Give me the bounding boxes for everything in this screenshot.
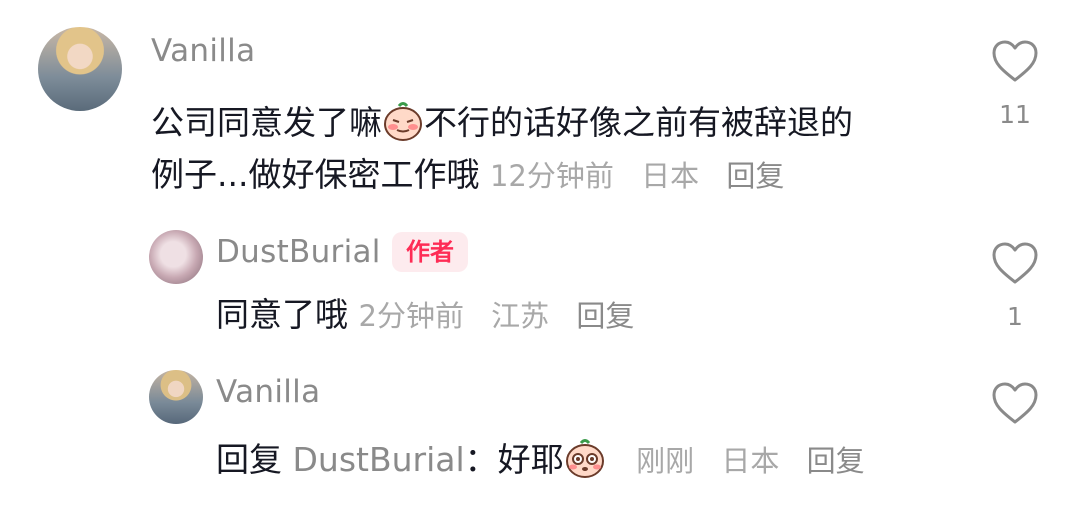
reply-button[interactable]: 回复 bbox=[807, 444, 865, 478]
reply-button[interactable]: 回复 bbox=[726, 159, 784, 193]
comment-time: 2分钟前 bbox=[358, 299, 464, 333]
avatar[interactable] bbox=[149, 370, 203, 424]
comment-text-part: 不行的话好像之前有被辞退的 bbox=[424, 103, 853, 142]
comment-text-part: 公司同意发了嘛 bbox=[151, 103, 382, 142]
avatar[interactable] bbox=[149, 230, 203, 284]
comment-username[interactable]: DustBurial bbox=[216, 237, 381, 268]
comment-time: 12分钟前 bbox=[489, 159, 614, 193]
reply-colon: ： bbox=[464, 440, 498, 479]
heart-outline-icon[interactable] bbox=[990, 38, 1040, 84]
like-area bbox=[985, 380, 1045, 430]
author-badge: 作者 bbox=[392, 232, 468, 272]
comment-location: 日本 bbox=[641, 159, 700, 193]
teary-face-emoji-icon bbox=[565, 439, 604, 478]
reply-target-username[interactable]: DustBurial bbox=[293, 440, 465, 479]
comment-location: 江苏 bbox=[491, 299, 550, 333]
comment-thread: Vanilla 公司同意发了嘛 不行的话好像之前有被辞退的 例子...做好保密工… bbox=[0, 0, 1080, 521]
like-count: 11 bbox=[999, 100, 1031, 129]
comment-location: 日本 bbox=[721, 444, 780, 478]
comment-meta: 刚刚 日本 回复 bbox=[636, 444, 882, 478]
like-area: 1 bbox=[985, 240, 1045, 331]
comment-text-part: 同意了哦 bbox=[216, 295, 348, 334]
comment-text-line2: 例子...做好保密工作哦 12分钟前 日本 回复 bbox=[151, 158, 802, 191]
avatar[interactable] bbox=[38, 27, 122, 111]
comment-username[interactable]: Vanilla bbox=[216, 377, 320, 408]
heart-outline-icon[interactable] bbox=[990, 240, 1040, 286]
comment-username[interactable]: Vanilla bbox=[151, 36, 255, 67]
comment-text: 回复 DustBurial：好耶 刚刚 日本 回复 bbox=[216, 437, 883, 479]
reply-button[interactable]: 回复 bbox=[576, 299, 634, 333]
comment-text-part: 例子...做好保密工作哦 bbox=[151, 155, 480, 194]
heart-outline-icon[interactable] bbox=[990, 380, 1040, 426]
reply-prefix: 回复 bbox=[216, 440, 282, 479]
comment-time: 刚刚 bbox=[636, 444, 695, 478]
like-area: 11 bbox=[985, 38, 1045, 129]
comment-meta: 12分钟前 日本 回复 bbox=[490, 159, 802, 193]
comment-text-line1: 公司同意发了嘛 不行的话好像之前有被辞退的 bbox=[151, 100, 853, 142]
comment-text-part: 好耶 bbox=[497, 440, 564, 479]
comment-meta: 2分钟前 江苏 回复 bbox=[359, 299, 653, 333]
comment-text: 同意了哦 2分钟前 江苏 回复 bbox=[216, 298, 652, 331]
like-count: 1 bbox=[1007, 302, 1023, 331]
blush-face-emoji-icon bbox=[384, 102, 422, 141]
